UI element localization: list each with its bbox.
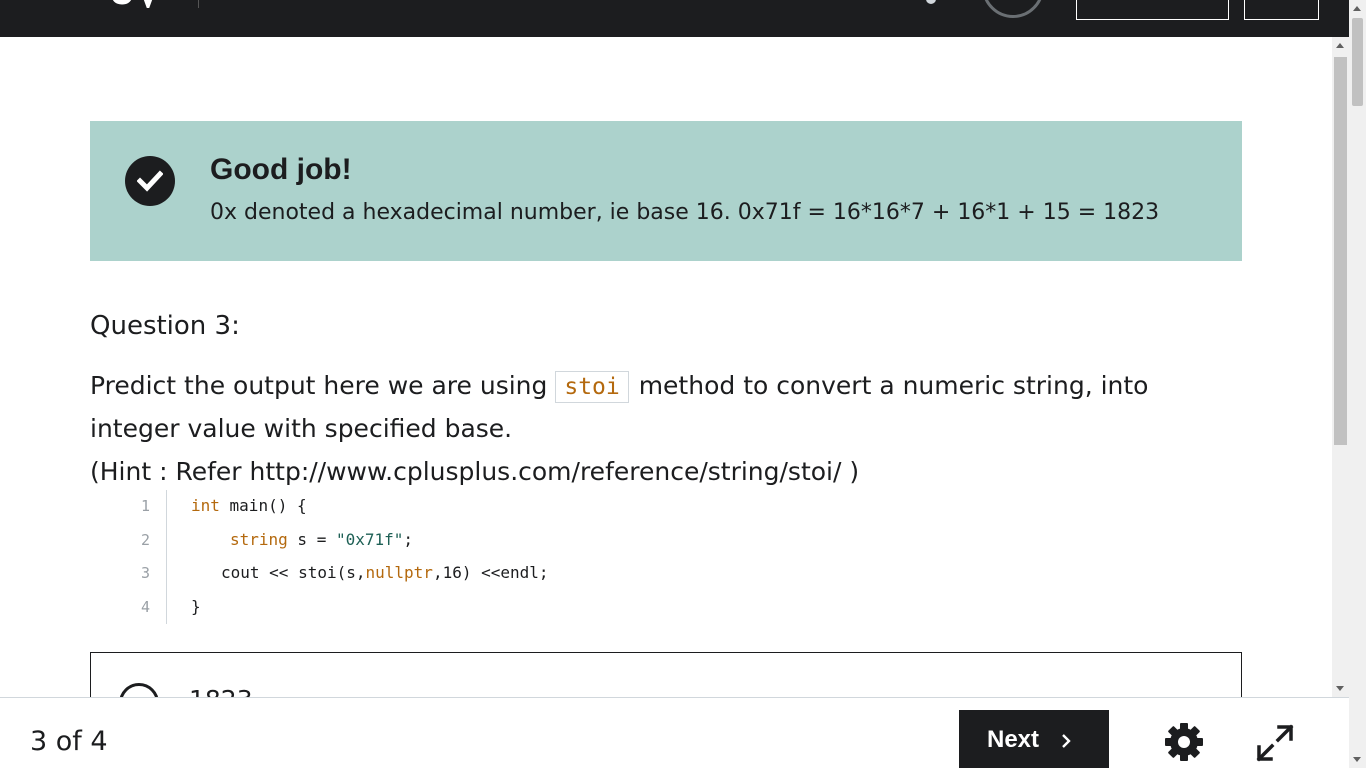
- question-prompt: Predict the output here we are using sto…: [90, 364, 1240, 493]
- code-text: string s = "0x71f";: [230, 529, 414, 549]
- scroll-up-icon[interactable]: [1336, 43, 1344, 48]
- scroll-up-icon[interactable]: [1353, 6, 1361, 11]
- udemy-logo-icon[interactable]: [108, 0, 160, 8]
- code-line: 2 string s = "0x71f";: [120, 523, 720, 557]
- content-scrollbar[interactable]: [1332, 37, 1349, 697]
- line-number: 2: [140, 530, 150, 549]
- code-text: int main() {: [191, 496, 307, 515]
- trophy-icon[interactable]: [926, 0, 936, 4]
- prompt-hint: (Hint : Refer http://www.cplusplus.com/r…: [90, 457, 860, 486]
- code-text: }: [191, 596, 201, 616]
- next-button[interactable]: Next: [959, 710, 1109, 768]
- gutter-divider: [166, 590, 167, 624]
- code-line: 1 int main() {: [120, 490, 720, 524]
- scrollbar-thumb[interactable]: [1352, 18, 1363, 106]
- page-scrollbar[interactable]: [1349, 0, 1366, 768]
- code-block: 1 int main() { 2 string s = "0x71f"; 3 c…: [120, 490, 720, 624]
- gutter-divider: [166, 557, 167, 591]
- line-number: 4: [140, 597, 150, 616]
- line-number: 3: [140, 564, 150, 582]
- navbar-divider: [198, 0, 199, 8]
- prompt-line-1: Predict the output here we are using sto…: [90, 364, 1240, 407]
- quiz-footer: 3 of 4 Next: [0, 697, 1349, 768]
- top-navbar: [0, 0, 1366, 37]
- prompt-text-before: Predict the output here we are using: [90, 371, 556, 400]
- code-line: 4 }: [120, 590, 720, 624]
- check-circle-icon: [125, 156, 175, 206]
- scrollbar-thumb[interactable]: [1334, 57, 1347, 445]
- feedback-explanation: 0x denoted a hexadecimal number, ie base…: [210, 200, 1160, 225]
- scroll-down-icon[interactable]: [1353, 757, 1361, 762]
- next-button-label: Next: [987, 726, 1040, 753]
- question-label: Question 3:: [90, 311, 240, 341]
- feedback-title: Good job!: [210, 153, 352, 186]
- feedback-alert: Good job! 0x denoted a hexadecimal numbe…: [90, 121, 1242, 261]
- line-number: 1: [140, 497, 150, 515]
- inline-code: stoi: [555, 371, 629, 403]
- chevron-right-icon: [1062, 734, 1071, 748]
- prompt-text-after: method to convert a numeric string, into: [630, 371, 1149, 400]
- question-counter: 3 of 4: [30, 726, 108, 757]
- prompt-line-2: integer value with specified base.: [90, 414, 513, 443]
- more-options-button[interactable]: [1244, 0, 1319, 20]
- progress-ring[interactable]: [982, 0, 1044, 18]
- gutter-divider: [166, 523, 167, 557]
- gear-icon[interactable]: [1165, 723, 1203, 761]
- expand-icon[interactable]: [1255, 723, 1295, 763]
- code-line: 3 cout << stoi(s,nullptr,16) <<endl;: [120, 557, 720, 591]
- gutter-divider: [166, 490, 167, 524]
- share-button[interactable]: [1076, 0, 1229, 20]
- code-text: cout << stoi(s,nullptr,16) <<endl;: [221, 563, 549, 582]
- scroll-down-icon[interactable]: [1336, 686, 1344, 691]
